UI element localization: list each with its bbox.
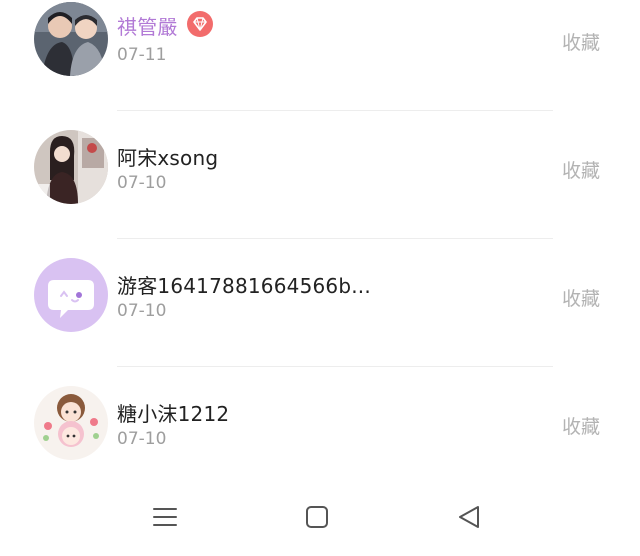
chat-bubble-avatar-icon (34, 258, 108, 332)
date-label: 07-10 (117, 301, 167, 321)
avatar[interactable] (34, 130, 108, 204)
avatar[interactable] (34, 386, 108, 460)
divider (117, 238, 553, 239)
system-navigation-bar (0, 488, 640, 556)
list-item[interactable]: 祺管嚴 07-11 收藏 (0, 0, 640, 90)
username[interactable]: 糖小沫1212 (117, 398, 229, 427)
photo-avatar-girl-icon (34, 130, 108, 204)
illustrated-avatar-icon (34, 386, 108, 460)
favorite-button[interactable]: 收藏 (562, 284, 600, 311)
username[interactable]: 阿宋xsong (117, 142, 218, 171)
back-triangle-icon[interactable] (455, 502, 485, 532)
avatar[interactable] (34, 2, 108, 76)
photo-avatar-couple-icon (34, 2, 108, 76)
avatar[interactable] (34, 258, 108, 332)
home-square-icon[interactable] (302, 502, 332, 532)
favorite-button[interactable]: 收藏 (562, 28, 600, 55)
date-label: 07-10 (117, 429, 167, 449)
username[interactable]: 游客16417881664566b... (117, 270, 371, 299)
date-label: 07-11 (117, 45, 167, 65)
list-item[interactable]: 糖小沫1212 07-10 收藏 (0, 384, 640, 474)
list-item[interactable]: 游客16417881664566b... 07-10 收藏 (0, 256, 640, 346)
divider (117, 366, 553, 367)
favorite-button[interactable]: 收藏 (562, 156, 600, 183)
menu-icon[interactable] (150, 502, 180, 532)
list-item[interactable]: 阿宋xsong 07-10 收藏 (0, 128, 640, 218)
favorite-button[interactable]: 收藏 (562, 412, 600, 439)
divider (117, 110, 553, 111)
username[interactable]: 祺管嚴 (117, 11, 178, 40)
vip-diamond-icon (187, 11, 213, 37)
date-label: 07-10 (117, 173, 167, 193)
